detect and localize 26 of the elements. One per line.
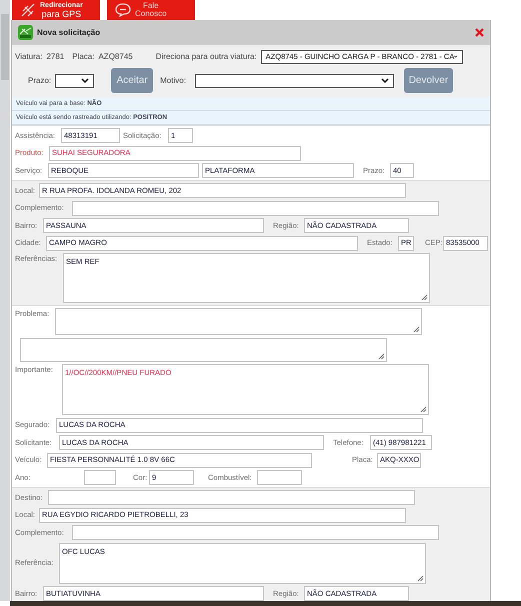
text-field[interactable]	[84, 470, 116, 485]
label: Placa:	[72, 50, 94, 62]
satellite-icon	[20, 3, 36, 17]
close-icon[interactable]	[475, 28, 484, 37]
deadline-select[interactable]	[55, 74, 94, 88]
text-field[interactable]	[72, 200, 439, 216]
label: Direciona para outra viatura:	[156, 50, 257, 62]
text-field[interactable]	[257, 470, 302, 485]
speech-bubble-icon	[115, 3, 131, 17]
label: Motivo:	[160, 74, 186, 86]
resize-handle-icon[interactable]	[420, 406, 427, 413]
resize-handle-icon[interactable]	[417, 574, 424, 582]
scrollbar-thumb[interactable]	[1, 14, 9, 80]
resize-handle-icon[interactable]	[413, 326, 420, 333]
chevron-icon	[81, 78, 90, 83]
label: Prazo:	[28, 74, 52, 86]
chevron-icon	[380, 78, 389, 83]
label: Viatura:	[15, 50, 42, 62]
text-field[interactable]	[48, 490, 415, 505]
resize-handle-icon[interactable]	[378, 352, 385, 360]
dialog-title: Nova solicitação	[37, 26, 102, 38]
plate-number: AZQ8745	[98, 50, 133, 62]
text-field[interactable]	[72, 525, 439, 540]
resize-handle-icon[interactable]	[421, 294, 428, 301]
reason-select[interactable]	[194, 74, 394, 88]
viatura-number: 2781	[46, 50, 64, 62]
